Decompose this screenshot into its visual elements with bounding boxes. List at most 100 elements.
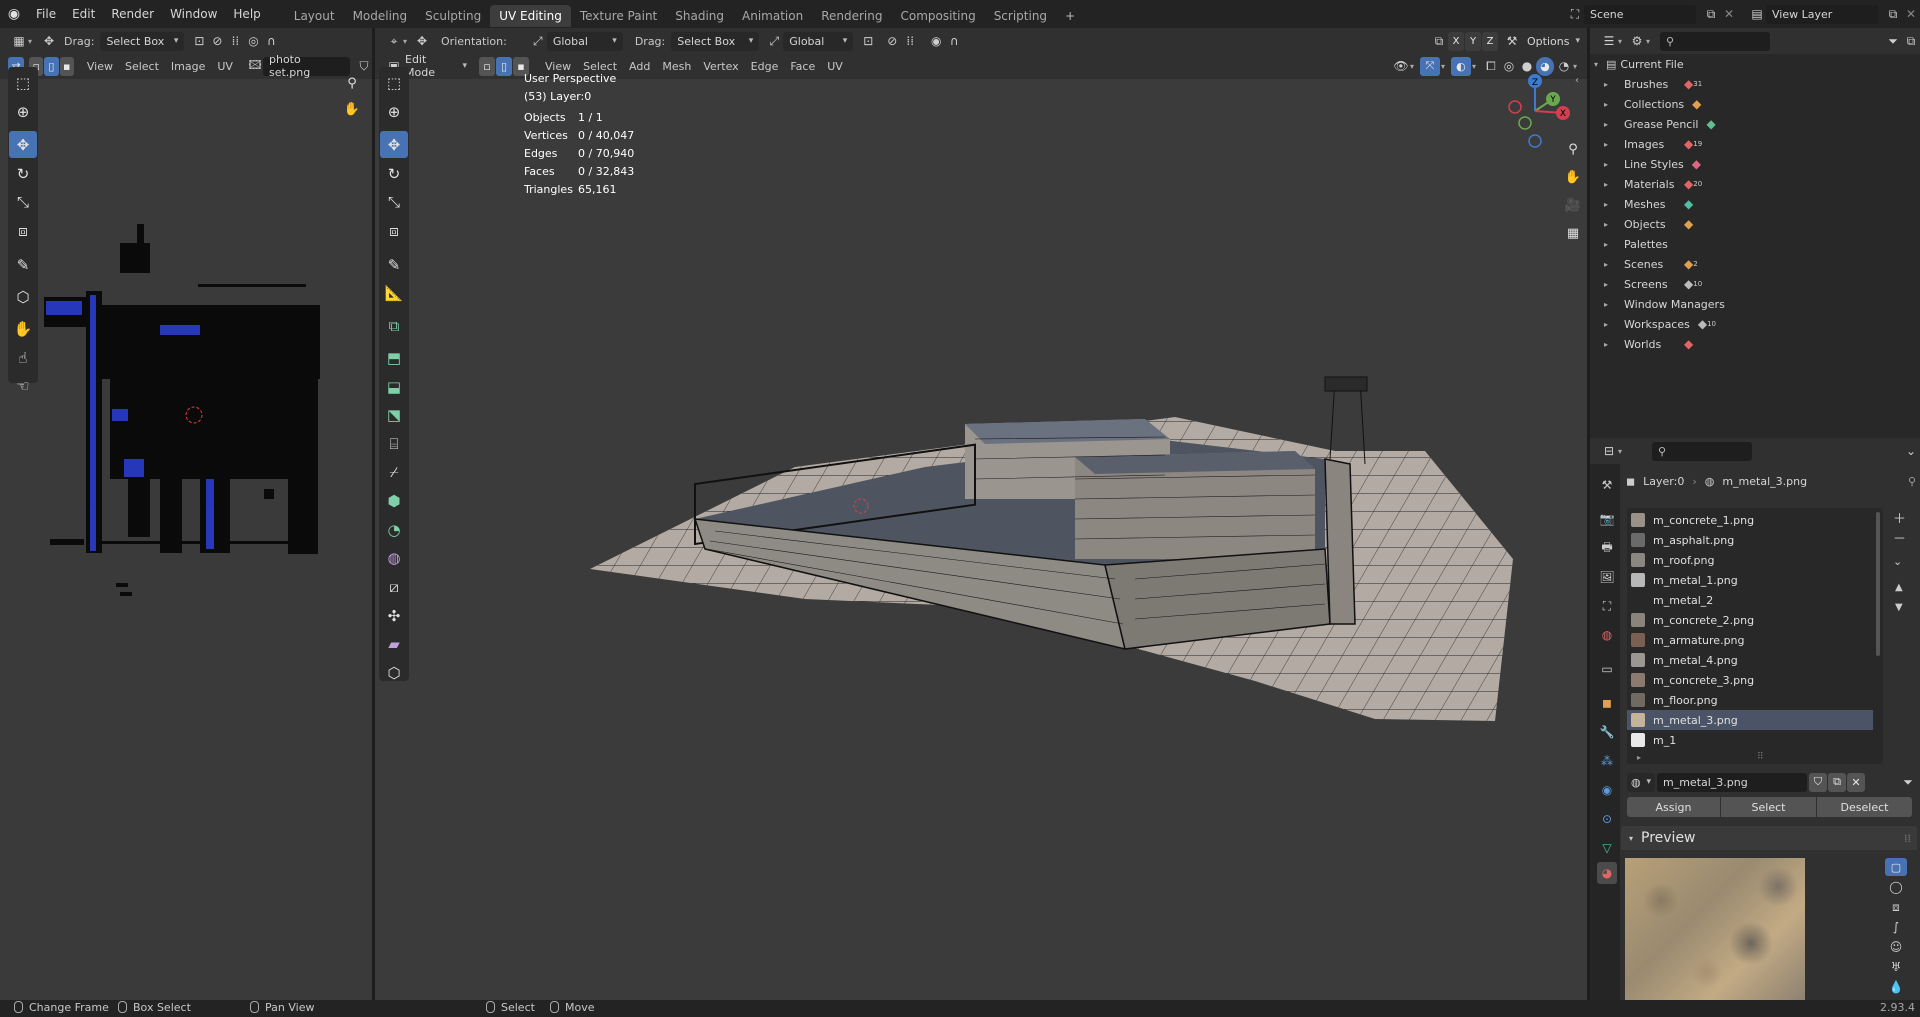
add-cube-tool-icon[interactable]: ⧉ (380, 312, 408, 339)
uv-menu-uv[interactable]: UV (217, 60, 233, 73)
orientation-dropdown[interactable]: Global ▾ (546, 31, 623, 51)
preview-cube-icon[interactable]: ⧈ (1885, 898, 1907, 916)
scene-icon[interactable]: ⛶ (1566, 5, 1584, 24)
physics-tab-icon[interactable]: ◉ (1597, 779, 1617, 801)
menu-help[interactable]: Help (225, 0, 268, 28)
viewport-drag-dropdown[interactable]: Select Box ▾ (671, 31, 760, 51)
uv-drag-dropdown[interactable]: Select Box ▾ (100, 31, 185, 51)
spin-tool-icon[interactable]: ◔ (380, 516, 408, 543)
tab-modeling[interactable]: Modeling (344, 5, 417, 27)
collection-tab-icon[interactable]: ▭ (1597, 658, 1617, 680)
slot-move-down-icon[interactable]: ▼ (1895, 602, 1903, 613)
mode-dropdown[interactable]: Edit Mode ▾ (403, 53, 473, 79)
uv-rip-tool-icon[interactable]: ⬡ (9, 283, 37, 310)
outliner-item-images[interactable]: ▸ Images ◆ 19 (1590, 134, 1920, 154)
uv-select-tool-icon[interactable]: ⬚ (9, 69, 37, 96)
viewport-move-tool-icon[interactable]: ✥ (413, 32, 431, 51)
menu-edit[interactable]: Edit (64, 0, 103, 28)
edge-slide-tool-icon[interactable]: ⧄ (380, 573, 408, 600)
uv-annotate-tool-icon[interactable]: ✎ (9, 251, 37, 278)
proportional-falloff-icon[interactable]: ∩ (945, 32, 963, 51)
expand-arrow-icon[interactable]: ▸ (1604, 80, 1616, 89)
uv-pan-icon[interactable]: ✋ (340, 97, 364, 121)
expand-arrow-icon[interactable]: ▸ (1604, 140, 1616, 149)
filter-icon[interactable]: ⏷ (1884, 32, 1902, 51)
shear-tool-icon[interactable]: ▰ (380, 630, 408, 657)
preview-plane-icon[interactable]: ▢ (1885, 858, 1907, 876)
tool-settings-icon[interactable]: ⚒ (1503, 32, 1521, 51)
tab-layout[interactable]: Layout (285, 5, 344, 27)
rotate-tool-icon[interactable]: ↻ (380, 160, 408, 187)
deselect-button[interactable]: Deselect (1817, 797, 1912, 817)
shrink-tool-icon[interactable]: ✣ (380, 602, 408, 629)
tab-shading[interactable]: Shading (666, 5, 733, 27)
unlink-material-icon[interactable]: ✕ (1847, 772, 1865, 792)
select-button[interactable]: Select (1721, 797, 1816, 817)
viewport-menu-add[interactable]: Add (629, 60, 650, 73)
expand-arrow-icon[interactable]: ▸ (1604, 120, 1616, 129)
outliner-item-collections[interactable]: ▸ Collections ◆ (1590, 94, 1920, 114)
outliner-editor-icon[interactable]: ☰ (1600, 32, 1618, 51)
outliner-root[interactable]: ▾ ▤ Current File (1590, 54, 1920, 74)
particles-tab-icon[interactable]: ⁂ (1597, 750, 1617, 772)
uv-transform-tool-icon[interactable]: ⧈ (9, 217, 37, 244)
material-slot-list[interactable]: m_concrete_1.png m_asphalt.png m_roof.png m… (1627, 508, 1883, 764)
blender-logo-icon[interactable]: ◉ (0, 6, 28, 22)
expand-arrow-icon[interactable]: ▸ (1604, 220, 1616, 229)
expand-arrow-icon[interactable]: ▸ (1604, 180, 1616, 189)
transform-pivot-dropdown[interactable]: Global ▾ (783, 31, 854, 51)
view-layer-icon[interactable]: ▤ (1748, 5, 1766, 24)
add-workspace-icon[interactable]: + (1056, 5, 1084, 27)
uv-pinch-tool-icon[interactable]: ☜ (9, 372, 37, 399)
outliner-item-window-managers[interactable]: ▸ Window Managers (1590, 294, 1920, 314)
expand-arrow-icon[interactable]: ▸ (1604, 100, 1616, 109)
snap-mode-icon[interactable]: ⁞⁞ (901, 32, 919, 51)
uv-cursor-tool-icon[interactable]: ⊕ (9, 98, 37, 125)
tool-tab-icon[interactable]: ⚒ (1597, 474, 1617, 496)
material-slot-row[interactable]: m_concrete_3.png (1627, 670, 1883, 690)
scene-selector[interactable]: Scene (1584, 4, 1696, 24)
material-slot-row[interactable]: m_metal_4.png (1627, 650, 1883, 670)
material-tab-icon[interactable]: ◕ (1597, 862, 1617, 884)
scene-new-icon[interactable]: ⧉ (1702, 5, 1720, 24)
edge-select-icon[interactable]: ▯ (44, 56, 59, 76)
snap-toggle-icon[interactable]: ⊘ (883, 32, 901, 51)
cursor-tool-icon[interactable]: ⊕ (380, 98, 408, 125)
tab-compositing[interactable]: Compositing (891, 5, 984, 27)
tab-texture-paint[interactable]: Texture Paint (571, 5, 666, 27)
tab-scripting[interactable]: Scripting (985, 5, 1056, 27)
assign-button[interactable]: Assign (1627, 797, 1720, 817)
viewport-pan-icon[interactable]: ✋ (1561, 165, 1585, 189)
uv-move-tool-icon[interactable]: ✥ (9, 131, 37, 158)
drag-handle-icon[interactable]: ⁞⁞ (1904, 832, 1911, 845)
list-expand-icon[interactable]: ▸ (1637, 753, 1641, 762)
tab-sculpting[interactable]: Sculpting (416, 5, 490, 27)
viewport-menu-mesh[interactable]: Mesh (662, 60, 691, 73)
poly-build-tool-icon[interactable]: ⬢ (380, 487, 408, 514)
viewport-menu-select[interactable]: Select (583, 60, 617, 73)
material-slot-row[interactable]: m_concrete_2.png (1627, 610, 1883, 630)
display-mode-icon[interactable]: ⚙ (1628, 32, 1646, 51)
expand-arrow-icon[interactable]: ▸ (1604, 160, 1616, 169)
list-scrollbar[interactable] (1876, 512, 1880, 656)
uv-falloff-icon[interactable]: ∩ (262, 32, 280, 51)
camera-view-icon[interactable]: 🎥 (1561, 193, 1585, 217)
material-name-field[interactable]: m_metal_3.png (1657, 772, 1807, 792)
object-tab-icon[interactable]: ◼ (1597, 692, 1617, 714)
mirror-x-button[interactable]: X (1448, 31, 1464, 51)
image-name-field[interactable]: photo set.png (263, 53, 350, 79)
image-browse-icon[interactable]: 🖾 (247, 57, 263, 76)
viewport-menu-face[interactable]: Face (790, 60, 815, 73)
outliner-item-workspaces[interactable]: ▸ Workspaces ◆ 10 (1590, 314, 1920, 334)
viewport-menu-edge[interactable]: Edge (751, 60, 779, 73)
duplicate-material-icon[interactable]: ⧉ (1828, 772, 1846, 792)
expand-arrow-icon[interactable]: ▸ (1604, 200, 1616, 209)
material-slot-row[interactable]: m_roof.png (1627, 550, 1883, 570)
uv-menu-view[interactable]: View (87, 60, 113, 73)
preview-cloth-icon[interactable]: ♅ (1885, 958, 1907, 976)
expand-arrow-icon[interactable]: ▸ (1604, 240, 1616, 249)
outliner-item-worlds[interactable]: ▸ Worlds ◆ (1590, 334, 1920, 354)
uv-editor-canvas[interactable]: ⬚ ⊕ ✥ ↻ ⤡ ⧈ ✎ ⬡ ✋ ☝ ☜ ⚲ ✋ (0, 67, 372, 1000)
modifier-tab-icon[interactable]: 🔧 (1597, 721, 1617, 743)
tab-rendering[interactable]: Rendering (812, 5, 891, 27)
